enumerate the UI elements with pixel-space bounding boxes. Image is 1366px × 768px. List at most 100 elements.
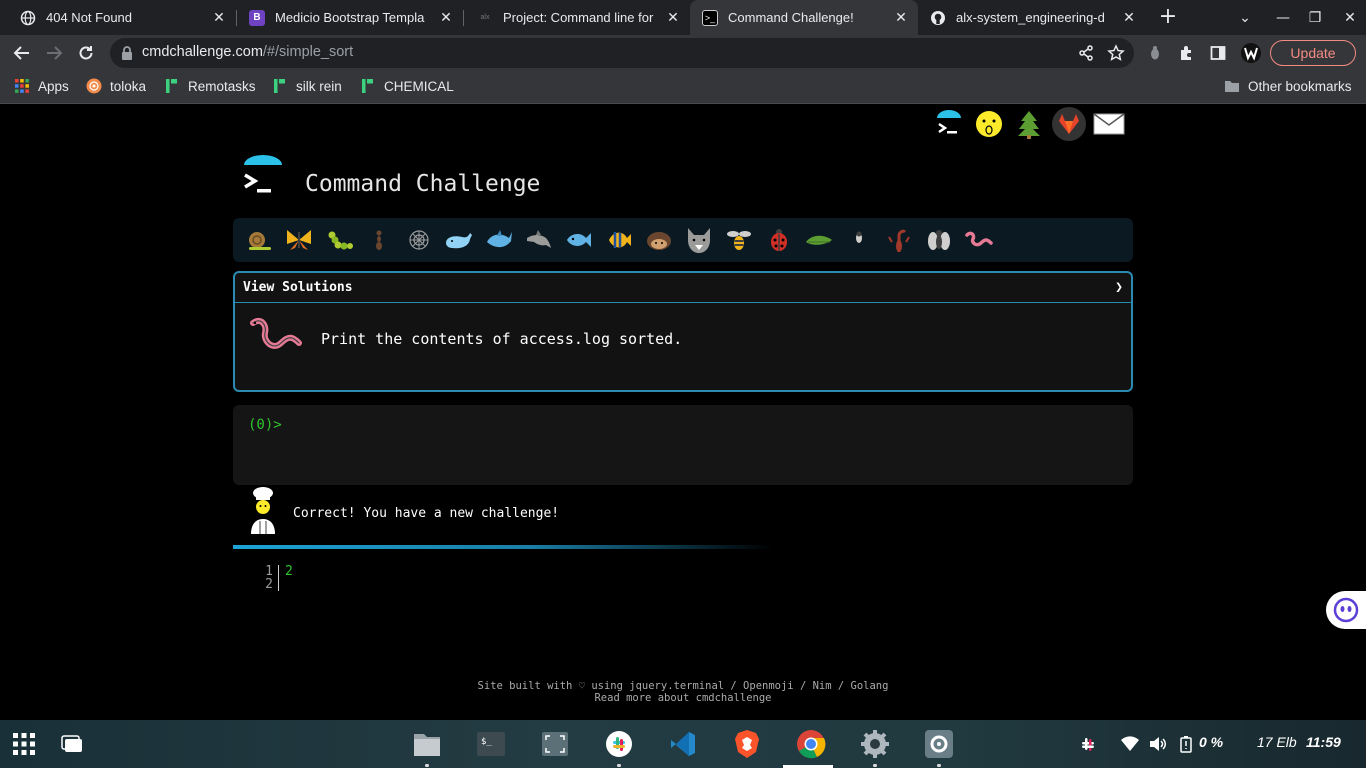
close-icon[interactable]: ✕ [662,9,684,26]
page-content: Command Challenge View Solutions ❯ Print… [0,105,1366,720]
address-bar[interactable]: cmdchallenge.com/#/simple_sort [110,38,1134,68]
settings-gear-icon[interactable] [859,728,891,760]
taskbar-date[interactable]: 17 Elb [1257,734,1297,750]
extension-bug-icon[interactable] [1141,39,1169,67]
wolf-icon[interactable] [679,220,719,260]
restore-button[interactable]: ❐ [1299,0,1331,35]
battery-percent: 0 % [1199,734,1224,750]
worm-icon [247,317,303,361]
gitlab-icon[interactable] [1052,107,1086,141]
challenge-task-text: Print the contents of access.log sorted. [321,330,683,348]
view-solutions-label: View Solutions [243,280,353,295]
bee-icon[interactable] [719,220,759,260]
brand-logo-icon [240,155,286,201]
tab-title: alx-system_engineering-d [956,10,1105,25]
forward-button[interactable] [40,39,68,67]
footer-credits: Site built with ♡ using jquery.terminal … [477,680,889,692]
toloka-icon [86,78,102,94]
scorpion-icon[interactable] [879,220,919,260]
butterfly-icon[interactable] [279,220,319,260]
share-icon[interactable] [1072,39,1100,67]
battery-icon[interactable] [1170,728,1202,760]
tab-title: Medicio Bootstrap Templa [275,10,425,25]
tab-github-alx[interactable]: alx-system_engineering-d ✕ [918,0,1146,35]
leaf-bug-icon[interactable] [799,220,839,260]
caterpillar-icon[interactable] [319,220,359,260]
tab-404-not-found[interactable]: 404 Not Found ✕ [0,0,236,35]
bookmark-apps[interactable]: Apps [14,78,69,94]
url-host: cmdchallenge.com [142,44,263,60]
tab-command-challenge[interactable]: >_ Command Challenge! ✕ [690,0,918,35]
bookmark-label: Remotasks [188,78,256,94]
bookmark-remotasks[interactable]: Remotasks [164,78,256,94]
extensions-puzzle-icon[interactable] [1173,39,1201,67]
hedgehog-icon[interactable] [639,220,679,260]
close-icon[interactable]: ✕ [208,9,230,26]
close-window-button[interactable]: ✕ [1334,0,1366,35]
tree-icon[interactable] [1012,107,1046,141]
snail-icon[interactable] [239,220,279,260]
other-bookmarks[interactable]: Other bookmarks [1224,78,1352,94]
remotasks-icon [164,78,180,94]
ladybug-icon[interactable] [759,220,799,260]
chrome-icon[interactable] [795,728,827,760]
reload-button[interactable] [72,39,100,67]
dolphin-icon[interactable] [519,220,559,260]
globe-icon [20,10,36,26]
spider-web-icon[interactable] [399,220,439,260]
tab-title: 404 Not Found [46,10,133,25]
bookmark-toloka[interactable]: toloka [86,78,146,94]
terminal-prompt: (0)> [248,417,282,433]
read-more-link[interactable]: Read more about cmdchallenge [0,692,1366,704]
taskbar-time[interactable]: 11:59 [1306,734,1341,750]
ant-icon[interactable] [359,220,399,260]
envelope-icon[interactable] [1092,107,1126,141]
bookmark-label: toloka [110,78,147,94]
tab-project-command-line[interactable]: alx Project: Command line for ✕ [463,0,690,35]
tropical-fish-icon[interactable] [599,220,639,260]
minimize-button[interactable]: — [1267,0,1299,35]
close-icon[interactable]: ✕ [890,9,912,26]
bookmark-star-icon[interactable] [1102,39,1130,67]
mosquito-icon[interactable] [839,220,879,260]
update-button[interactable]: Update [1270,40,1356,66]
close-icon[interactable]: ✕ [435,9,457,26]
chevron-right-icon: ❯ [1115,280,1123,295]
line-number: 2 [262,578,279,591]
assistant-bot-icon[interactable] [1326,591,1366,629]
vscode-icon[interactable] [667,728,699,760]
shark-icon[interactable] [479,220,519,260]
tab-search-chevron-icon[interactable]: ⌄ [1229,0,1261,35]
brave-icon[interactable] [731,728,763,760]
view-solutions-header[interactable]: View Solutions ❯ [235,273,1131,303]
back-button[interactable] [8,39,36,67]
github-icon [930,10,946,26]
slack-tray-icon[interactable] [1072,728,1104,760]
remotasks-icon [272,78,288,94]
tab-medicio[interactable]: B Medicio Bootstrap Templa ✕ [229,0,463,35]
slack-icon[interactable] [603,728,635,760]
profile-avatar[interactable] [1237,39,1265,67]
close-icon[interactable]: ✕ [1118,9,1140,26]
system-settings-icon[interactable] [923,728,955,760]
cmdchallenge-logo-icon[interactable] [932,107,966,141]
bookmark-chemical[interactable]: CHEMICAL [360,78,454,94]
terminal-input[interactable]: (0)> [233,405,1133,485]
whale-icon[interactable] [439,220,479,260]
tab-strip: 404 Not Found ✕ B Medicio Bootstrap Temp… [0,0,1366,35]
fish-icon[interactable] [559,220,599,260]
url-text: cmdchallenge.com/#/simple_sort [142,44,353,60]
side-panel-icon[interactable] [1204,39,1232,67]
new-tab-button[interactable]: + [1156,4,1180,30]
app-grid-icon[interactable] [8,728,40,760]
files-icon[interactable] [411,728,443,760]
apps-grid-icon [14,78,30,94]
terminal-app-icon[interactable]: $_ [475,728,507,760]
worm-icon[interactable] [959,220,999,260]
screenshot-icon[interactable] [539,728,571,760]
bookmarks-bar: Apps toloka Remotasks silk rein CHEMICAL… [0,71,1366,104]
fly-icon[interactable] [919,220,959,260]
bookmark-silk-rein[interactable]: silk rein [272,78,342,94]
shushing-face-icon[interactable] [972,107,1006,141]
workspaces-icon[interactable] [56,728,88,760]
